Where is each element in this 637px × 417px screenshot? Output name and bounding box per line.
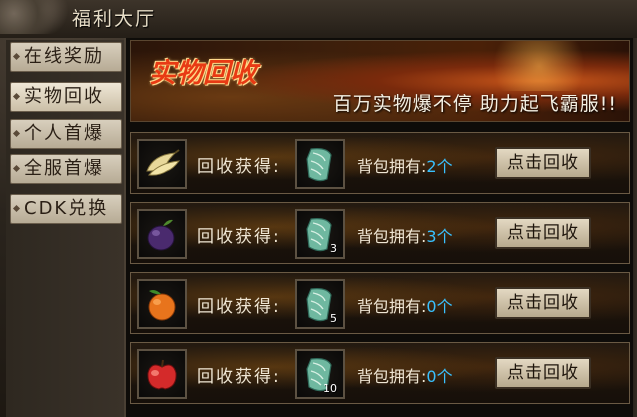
- sidebar: 在线奖励 实物回收 个人首爆 全服首爆 CDK兑换: [6, 40, 124, 417]
- reward-count: 3: [330, 242, 337, 255]
- orange-icon: [137, 279, 187, 329]
- title-bar: 福利大厅: [0, 0, 637, 38]
- recycle-button[interactable]: 点击回收: [495, 287, 591, 319]
- bag-own-label: 背包拥有:2个: [357, 153, 453, 177]
- sidebar-item-cdk-exchange[interactable]: CDK兑换: [10, 194, 122, 224]
- sidebar-item-server-first-drop[interactable]: 全服首爆: [10, 154, 122, 184]
- main-panel: 实物回收 百万实物爆不停 助力起飞霸服!! 回收获得: 背包拥有:2个 点击回收…: [124, 38, 637, 417]
- bag-own-label: 背包拥有:0个: [357, 293, 453, 317]
- bag-own-value: 3个: [426, 227, 453, 246]
- recycle-banner: 实物回收 百万实物爆不停 助力起飞霸服!!: [130, 40, 630, 122]
- bag-own-value: 2个: [426, 157, 453, 176]
- reward-count: 5: [330, 312, 337, 325]
- recycle-button[interactable]: 点击回收: [495, 217, 591, 249]
- bag-own-text: 背包拥有:: [357, 227, 427, 246]
- recycle-get-label: 回收获得:: [197, 227, 281, 247]
- sidebar-item-personal-first-drop[interactable]: 个人首爆: [10, 119, 122, 149]
- banner-slogan: 百万实物爆不停 助力起飞霸服!!: [332, 93, 617, 115]
- dragon-emblem-icon: [0, 0, 70, 34]
- recycle-row: 回收获得: 3 背包拥有:3个 点击回收: [130, 202, 630, 264]
- jade-leaf-icon[interactable]: 3: [295, 209, 345, 259]
- bag-own-label: 背包拥有:3个: [357, 223, 453, 247]
- plum-icon: [137, 209, 187, 259]
- bag-own-value: 0个: [426, 297, 453, 316]
- jade-leaf-icon[interactable]: [295, 139, 345, 189]
- bag-own-value: 0个: [426, 367, 453, 386]
- bag-own-text: 背包拥有:: [357, 157, 427, 176]
- window-title: 福利大厅: [72, 8, 157, 30]
- jade-leaf-icon[interactable]: 5: [295, 279, 345, 329]
- banner-glow: [479, 41, 599, 91]
- bag-own-text: 背包拥有:: [357, 297, 427, 316]
- jade-leaf-icon[interactable]: 10: [295, 349, 345, 399]
- recycle-row: 回收获得: 10 背包拥有:0个 点击回收: [130, 342, 630, 404]
- bag-own-text: 背包拥有:: [357, 367, 427, 386]
- recycle-row: 回收获得: 背包拥有:2个 点击回收: [130, 132, 630, 194]
- banana-icon: [137, 139, 187, 189]
- recycle-get-label: 回收获得:: [197, 297, 281, 317]
- banner-title: 实物回收: [149, 58, 257, 89]
- recycle-button[interactable]: 点击回收: [495, 357, 591, 389]
- welfare-hall-window: 福利大厅 在线奖励 实物回收 个人首爆 全服首爆 CDK兑换 实物回收 百万实物…: [0, 0, 637, 417]
- panel-right-edge: [633, 38, 637, 417]
- sidebar-item-item-recycle[interactable]: 实物回收: [10, 82, 122, 112]
- apple-icon: [137, 349, 187, 399]
- reward-count: 10: [323, 382, 337, 395]
- recycle-button[interactable]: 点击回收: [495, 147, 591, 179]
- recycle-get-label: 回收获得:: [197, 367, 281, 387]
- recycle-get-label: 回收获得:: [197, 157, 281, 177]
- sidebar-item-online-reward[interactable]: 在线奖励: [10, 42, 122, 72]
- bag-own-label: 背包拥有:0个: [357, 363, 453, 387]
- recycle-row: 回收获得: 5 背包拥有:0个 点击回收: [130, 272, 630, 334]
